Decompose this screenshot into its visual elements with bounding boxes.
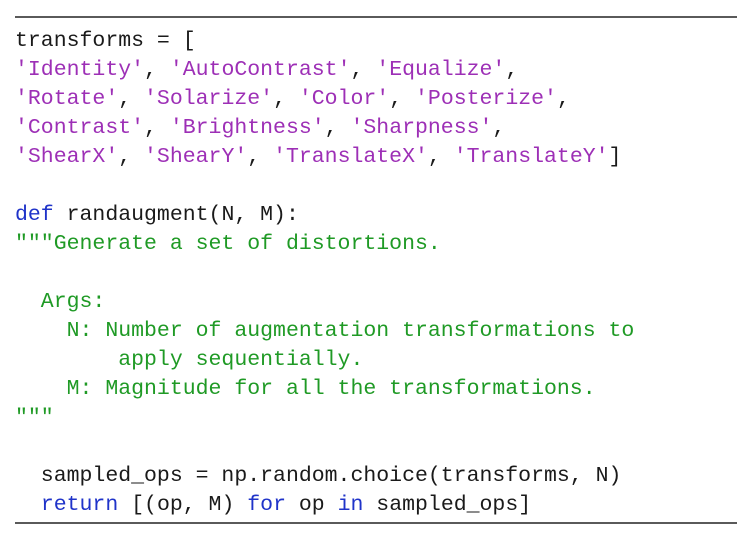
code-line: N: Number of augmentation transformation… [15,317,635,346]
code-line: Args: [15,288,634,317]
docstring-text: apply sequentially. [15,348,364,372]
code-line: """ [15,404,634,433]
code-text: ] [608,145,622,169]
code-text: [(op, M) [118,493,248,517]
docstring-text: M: Magnitude for all the transformations… [15,377,596,401]
string-literal: 'Contrast' [15,116,145,140]
string-literal: 'Equalize' [376,58,506,82]
code-text: sampled_ops] [363,493,532,517]
code-line: """Generate a set of distortions. [15,230,634,259]
code-text: , [556,87,570,111]
code-line: M: Magnitude for all the transformations… [15,375,634,404]
code-text: op [285,493,338,517]
code-text: , [118,145,145,169]
code-text: , [427,145,454,169]
code-line: sampled_ops = np.random.choice(transform… [15,462,634,491]
string-literal: 'ShearY' [144,145,248,169]
docstring-text: N: Number of augmentation transformation… [15,319,635,343]
code-listing: transforms = [ 'Identity', 'AutoContrast'… [15,27,634,520]
code-text: , [492,116,506,140]
code-text: transforms = [ [15,29,196,53]
keyword: return [40,493,119,517]
code-text: , [324,116,351,140]
code-line: 'ShearX', 'ShearY', 'TranslateX', 'Trans… [15,143,634,172]
keyword: for [247,493,286,517]
code-text: , [273,87,299,111]
string-literal: 'Rotate' [15,87,119,111]
code-text: , [144,58,170,82]
code-line: 'Identity', 'AutoContrast', 'Equalize', [15,56,634,85]
code-line: apply sequentially. [15,346,634,375]
code-line: 'Rotate', 'Solarize', 'Color', 'Posteriz… [15,85,634,114]
code-text: , [144,116,170,140]
string-literal: 'Color' [298,87,390,111]
code-line: def randaugment(N, M): [15,201,634,230]
top-rule [15,16,737,18]
code-text: , [389,87,416,111]
code-text: sampled_ops = np.random.choice(transform… [15,464,622,488]
string-literal: 'TranslateY' [453,145,609,169]
string-literal: 'Posterize' [415,87,557,111]
string-literal: 'TranslateX' [273,145,428,169]
string-literal: 'AutoContrast' [169,58,351,82]
code-text: randaugment(N, M): [53,203,299,227]
code-text: , [247,145,274,169]
string-literal: 'Identity' [15,58,145,82]
code-line: return [(op, M) for op in sampled_ops] [15,491,634,520]
docstring-text: Args: [15,290,106,314]
keyword: in [337,493,364,517]
code-line: 'Contrast', 'Brightness', 'Sharpness', [15,114,634,143]
code-text: , [505,58,519,82]
code-text: , [118,87,145,111]
code-line: transforms = [ [15,27,634,56]
code-text: , [350,58,377,82]
string-literal: 'ShearX' [15,145,119,169]
string-literal: 'Brightness' [169,116,325,140]
string-literal: 'Sharpness' [350,116,493,140]
docstring-text: """ [15,406,54,430]
string-literal: 'Solarize' [144,87,274,111]
keyword: def [15,203,54,227]
docstring-text: """Generate a set of distortions. [15,232,441,256]
bottom-rule [15,522,737,524]
